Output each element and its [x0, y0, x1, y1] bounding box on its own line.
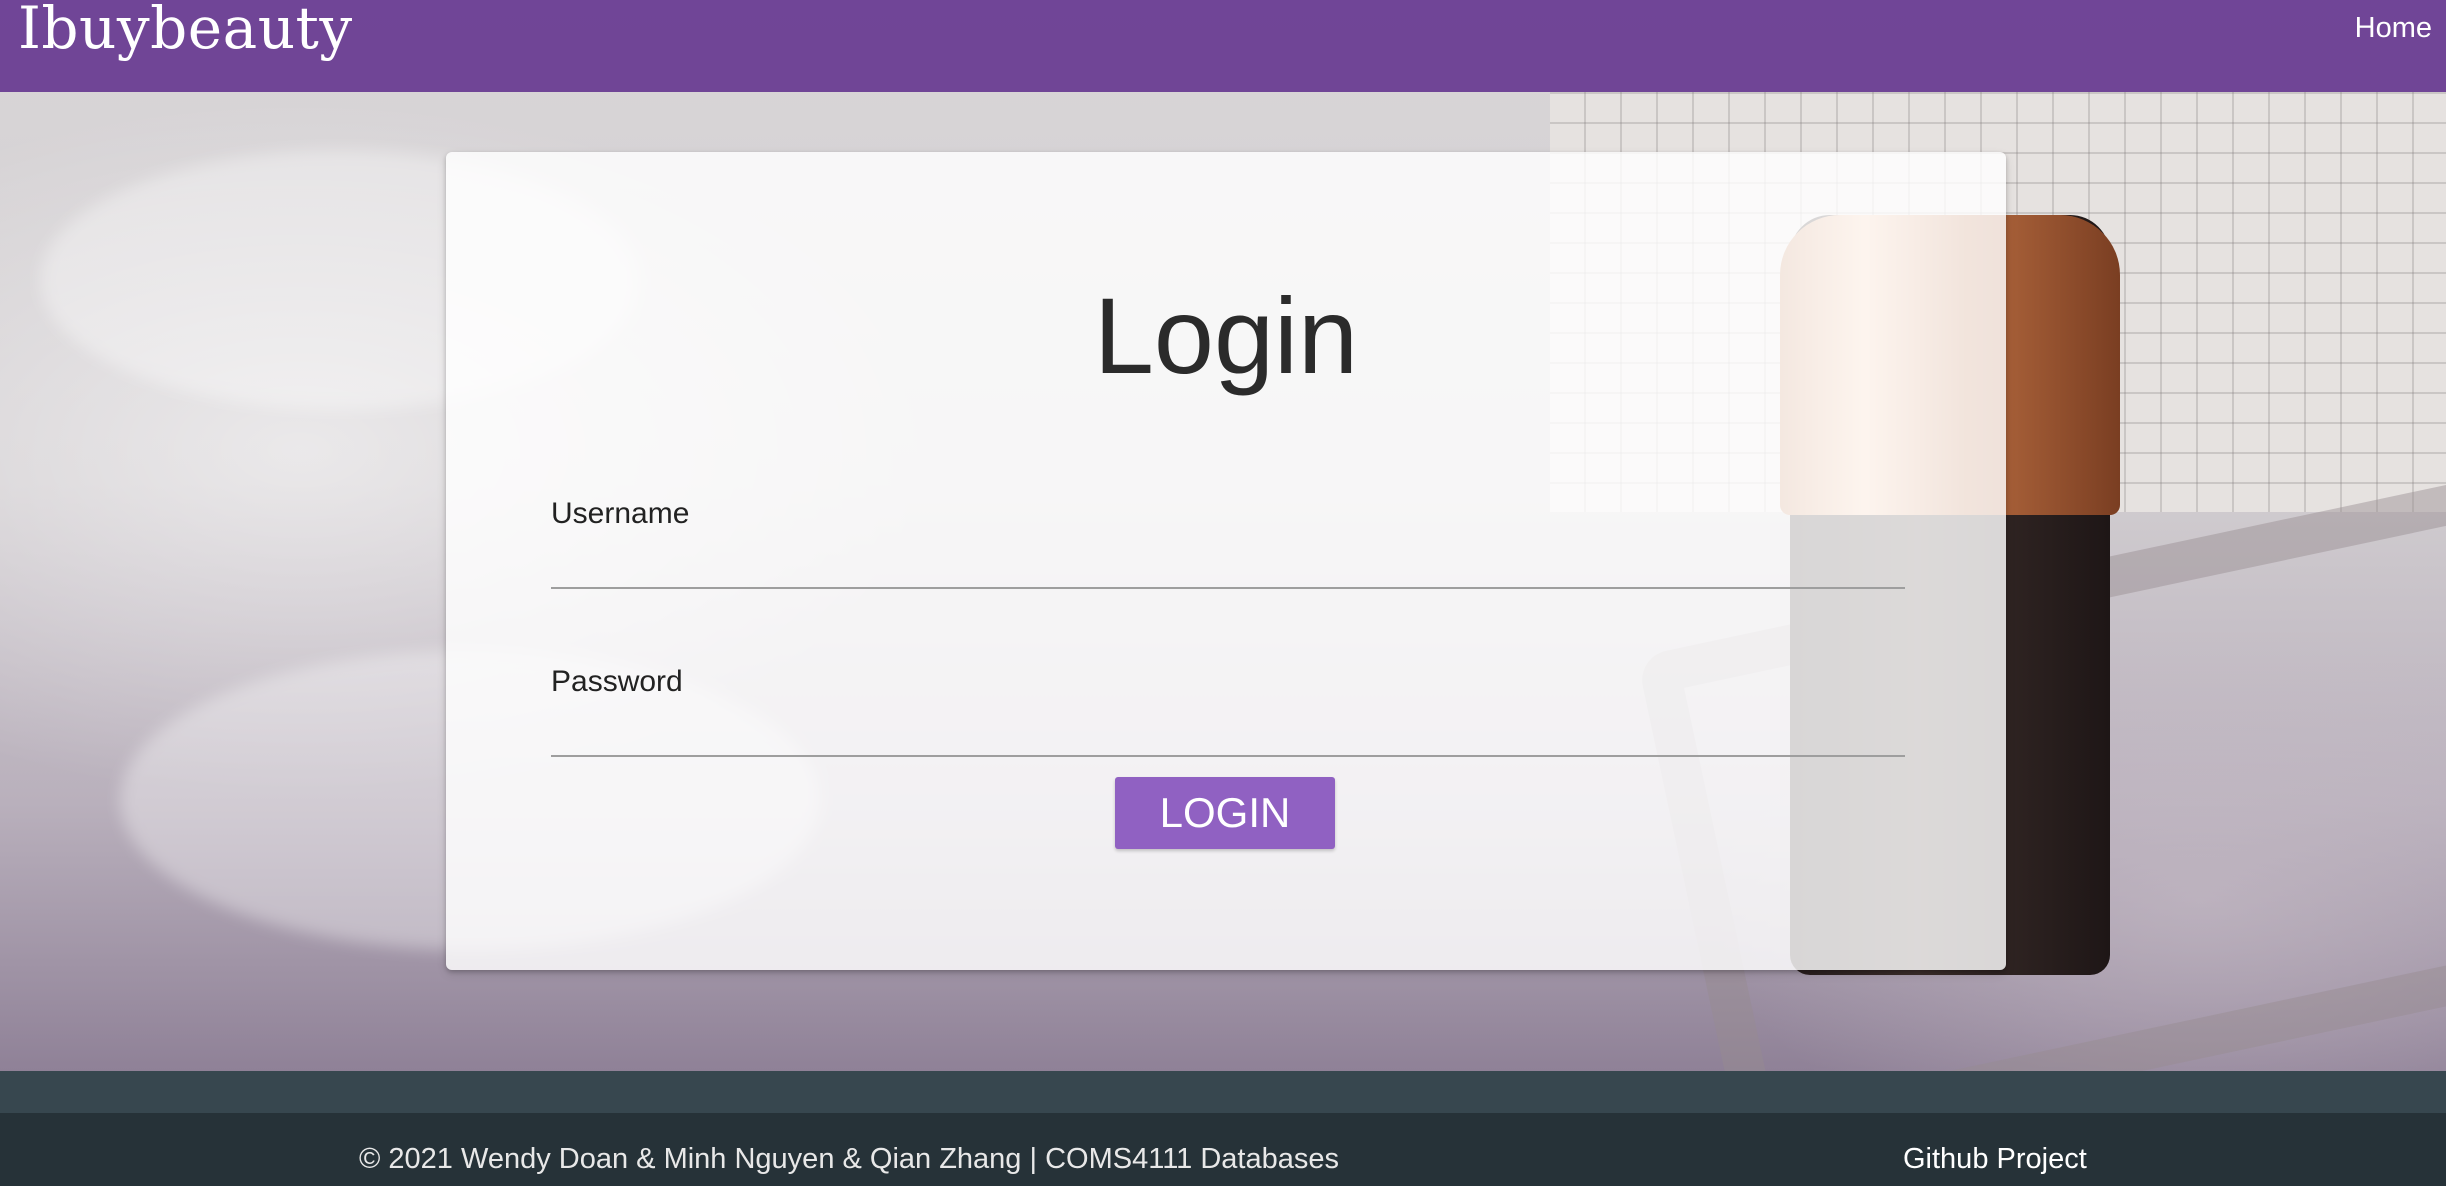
login-card: Login Username Password LOGIN	[446, 152, 2006, 970]
top-navbar: Ibuybeauty Home	[0, 0, 2446, 92]
username-label: Username	[551, 497, 690, 530]
username-field: Username	[551, 497, 1905, 617]
brand-logo-link[interactable]: Ibuybeauty	[18, 0, 353, 62]
page: Ibuybeauty Home Login Username Password …	[0, 0, 2446, 1186]
nav-home-link[interactable]: Home	[2355, 12, 2432, 45]
password-input[interactable]	[551, 709, 1905, 757]
github-project-link[interactable]: Github Project	[1903, 1143, 2087, 1176]
footer-top-band	[0, 1071, 2446, 1113]
footer-copyright: © 2021 Wendy Doan & Minh Nguyen & Qian Z…	[359, 1143, 1339, 1175]
footer: © 2021 Wendy Doan & Minh Nguyen & Qian Z…	[0, 1113, 2446, 1186]
password-field: Password	[551, 665, 1905, 785]
login-button[interactable]: LOGIN	[1115, 777, 1335, 849]
login-title: Login	[1093, 275, 1359, 396]
password-label: Password	[551, 665, 683, 698]
username-input[interactable]	[551, 541, 1905, 589]
